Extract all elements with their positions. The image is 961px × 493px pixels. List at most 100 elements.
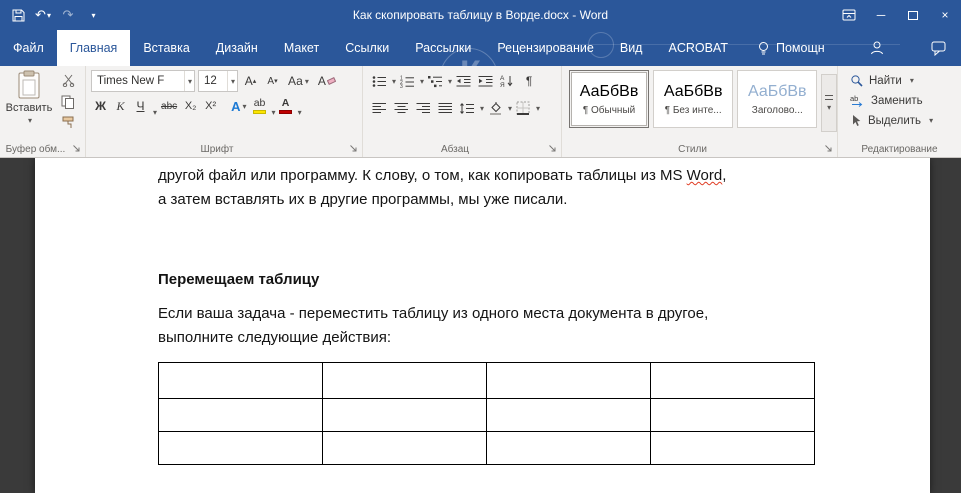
cut-icon[interactable] [58,72,78,89]
table-cell[interactable] [323,399,487,432]
highlight-caret-icon[interactable]: ▾ [272,108,276,117]
window-title: Как скопировать таблицу в Ворде.docx - W… [0,8,961,22]
font-dialog-launcher[interactable] [349,144,359,154]
font-color-button[interactable]: А [277,95,295,117]
paragraph-dialog-launcher[interactable] [548,144,558,154]
font-group: Times New F ▾ 12 ▾ А▴ А▾ Аа▾ А Ж К Ч [86,66,363,157]
superscript-button[interactable]: X² [201,95,220,117]
paragraph-text: другой файл или программу. К слову, о то… [158,164,930,188]
clipboard-dialog-launcher[interactable] [72,144,82,154]
document-area: другой файл или программу. К слову, о то… [0,158,961,493]
styles-group: АаБбВв ¶ Обычный АаБбВв ¶ Без инте... Аа… [562,66,838,157]
tab-design[interactable]: Дизайн [203,30,271,66]
tab-view[interactable]: Вид [607,30,656,66]
grow-font-button[interactable]: А▴ [241,70,260,92]
font-color-caret-icon[interactable]: ▾ [298,108,302,117]
table-cell[interactable] [651,363,815,399]
sort-icon[interactable]: АЯ [496,71,518,91]
styles-dialog-launcher[interactable] [824,144,834,154]
svg-text:А: А [500,75,505,82]
justify-icon[interactable] [434,98,456,118]
tab-review[interactable]: Рецензирование [484,30,607,66]
show-paragraph-marks-icon[interactable]: ¶ [518,71,540,91]
font-size-combo[interactable]: 12 ▾ [198,70,238,92]
table-row [159,432,815,465]
redo-button[interactable]: ↷ [56,3,80,27]
styles-gallery-more-button[interactable]: ▾ [821,74,837,132]
increase-indent-icon[interactable] [474,71,496,91]
paste-button[interactable]: Вставить ▾ [3,70,55,136]
table-cell[interactable] [159,363,323,399]
table-cell[interactable] [159,432,323,465]
minimize-button[interactable]: ─ [865,0,897,30]
change-case-button[interactable]: Аа▾ [285,70,312,92]
undo-button[interactable]: ↶▾ [31,3,55,27]
tab-file[interactable]: Файл [0,30,57,66]
bold-button[interactable]: Ж [91,95,110,117]
copy-icon[interactable] [58,93,78,110]
table-cell[interactable] [487,363,651,399]
table-cell[interactable] [651,399,815,432]
shrink-font-button[interactable]: А▾ [263,70,282,92]
strikethrough-button[interactable]: abc [158,95,180,117]
table-cell[interactable] [323,363,487,399]
shading-icon[interactable] [484,98,506,118]
save-icon[interactable] [6,3,30,27]
highlight-color-button[interactable]: ab [251,95,269,117]
italic-button[interactable]: К [111,95,130,117]
select-cursor-icon [850,114,862,127]
replace-icon: ab [850,94,865,107]
tab-home[interactable]: Главная [57,30,131,66]
align-center-icon[interactable] [390,98,412,118]
tab-layout[interactable]: Макет [271,30,332,66]
subscript-button[interactable]: X₂ [181,95,200,117]
text-effects-button[interactable]: А▾ [228,95,249,117]
styles-group-label: Стили [562,144,823,155]
account-person-icon[interactable] [869,40,885,56]
title-bar: ↶▾ ↷ ▾ Как скопировать таблицу в Ворде.d… [0,0,961,30]
ribbon-display-options-button[interactable] [833,0,865,30]
bullets-icon[interactable] [368,71,390,91]
clear-formatting-button[interactable]: А [315,70,339,92]
table-cell[interactable] [487,399,651,432]
align-right-icon[interactable] [412,98,434,118]
style-card-no-spacing[interactable]: АаБбВв ¶ Без инте... [653,70,733,128]
tab-mailings[interactable]: Рассылки [402,30,484,66]
table-cell[interactable] [651,432,815,465]
quick-access-toolbar: ↶▾ ↷ ▾ [6,3,105,27]
table-cell[interactable] [159,399,323,432]
underline-caret-icon[interactable]: ▾ [153,108,157,117]
format-painter-icon[interactable] [58,114,78,131]
style-card-heading1[interactable]: АаБбВв Заголово... [737,70,817,128]
line-spacing-icon[interactable] [456,98,478,118]
tell-me-tab[interactable]: Помощн [747,30,835,66]
replace-button[interactable]: ab Заменить [850,94,961,107]
customize-qat-button[interactable]: ▾ [81,3,105,27]
word-window: ↶▾ ↷ ▾ Как скопировать таблицу в Ворде.d… [0,0,961,493]
comments-icon[interactable] [931,41,947,56]
borders-icon[interactable] [512,98,534,118]
lightbulb-icon [757,41,770,56]
tab-references[interactable]: Ссылки [332,30,402,66]
paragraph-text: Если ваша задача - переместить таблицу и… [158,302,930,350]
table-cell[interactable] [487,432,651,465]
align-left-icon[interactable] [368,98,390,118]
table-cell[interactable] [323,432,487,465]
close-button[interactable]: × [929,0,961,30]
table-row [159,363,815,399]
multilevel-list-icon[interactable] [424,71,446,91]
find-search-icon [850,74,863,87]
numbering-icon[interactable]: 123 [396,71,418,91]
select-button[interactable]: Выделить ▾ [850,114,961,127]
document-table [158,362,815,465]
table-row [159,399,815,432]
find-button[interactable]: Найти ▾ [850,74,961,87]
maximize-button[interactable] [897,0,929,30]
underline-button[interactable]: Ч [131,95,150,117]
font-name-combo[interactable]: Times New F ▾ [91,70,195,92]
decrease-indent-icon[interactable] [452,71,474,91]
document-page[interactable]: другой файл или программу. К слову, о то… [35,158,930,493]
tab-acrobat[interactable]: ACROBAT [655,30,741,66]
tab-insert[interactable]: Вставка [130,30,202,66]
style-card-normal[interactable]: АаБбВв ¶ Обычный [569,70,649,128]
